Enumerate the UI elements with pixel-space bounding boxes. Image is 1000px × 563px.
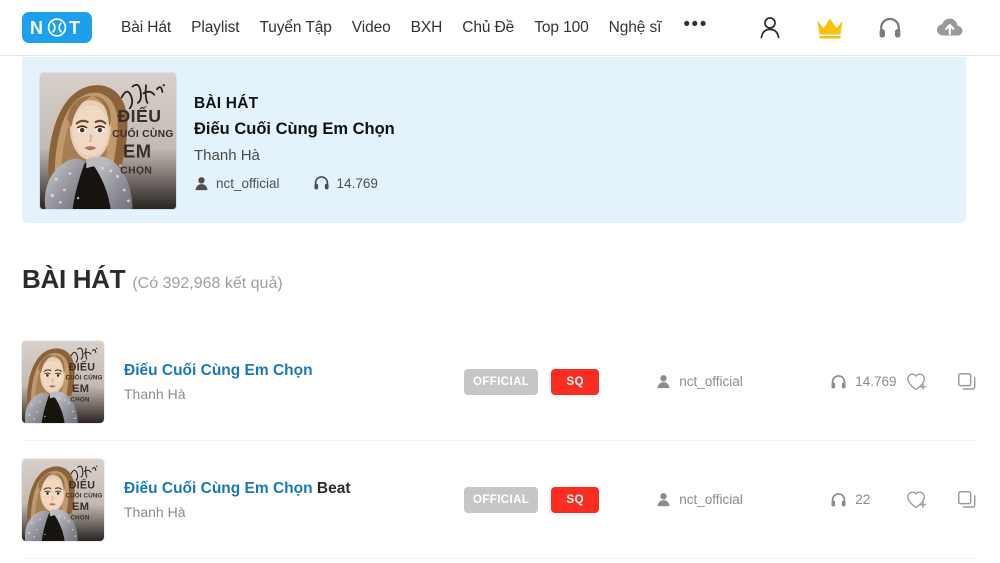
- album-cover-image: [22, 459, 104, 541]
- user-small-icon: [657, 493, 670, 507]
- user-account-button[interactable]: [740, 0, 800, 56]
- featured-meta: nct_official 14.769: [194, 175, 395, 191]
- featured-album-art[interactable]: [40, 73, 176, 209]
- song-list: Điếu Cuối Cùng Em Chọn Thanh Hà OFFICIAL…: [22, 323, 978, 559]
- nav-item-chu-de[interactable]: Chủ Đề: [452, 19, 524, 37]
- user-small-icon: [195, 176, 208, 190]
- song-title-link[interactable]: Điếu Cuối Cùng Em Chọn Beat: [124, 479, 454, 498]
- featured-plays-value: 14.769: [336, 175, 378, 191]
- row-names: Điếu Cuối Cùng Em Chọn Beat Thanh Hà: [124, 479, 454, 520]
- nct-logo-mark: N T: [30, 18, 80, 37]
- nav-item-bai-hat[interactable]: Bài Hát: [111, 19, 181, 37]
- table-row[interactable]: Điếu Cuối Cùng Em Chọn Thanh Hà OFFICIAL…: [22, 323, 978, 441]
- nav-item-bxh[interactable]: BXH: [401, 19, 453, 37]
- row-badges: OFFICIAL SQ: [464, 368, 600, 395]
- song-artist-link[interactable]: Thanh Hà: [124, 386, 454, 402]
- nav-item-video[interactable]: Video: [342, 19, 401, 37]
- add-to-playlist-button[interactable]: [956, 371, 978, 393]
- nav-more-icon[interactable]: •••: [671, 15, 717, 36]
- song-artist-link[interactable]: Thanh Hà: [124, 504, 454, 520]
- row-actions: [906, 489, 978, 511]
- row-album-art[interactable]: [22, 341, 104, 423]
- add-to-playlist-button[interactable]: [956, 489, 978, 511]
- listen-button[interactable]: [860, 0, 920, 56]
- nav-item-tuyen-tap[interactable]: Tuyển Tập: [249, 19, 341, 37]
- song-title-text: Điếu Cuối Cùng Em Chọn: [124, 361, 313, 379]
- featured-result-card[interactable]: BÀI HÁT Điếu Cuối Cùng Em Chọn Thanh Hà …: [22, 57, 966, 223]
- song-title-link[interactable]: Điếu Cuối Cùng Em Chọn: [124, 361, 454, 380]
- row-names: Điếu Cuối Cùng Em Chọn Thanh Hà: [124, 361, 454, 402]
- add-to-favorites-button[interactable]: [906, 372, 928, 392]
- album-cover-image: [40, 73, 176, 209]
- row-uploader[interactable]: nct_official: [656, 374, 806, 389]
- song-title-text: Điếu Cuối Cùng Em Chọn: [124, 479, 313, 497]
- row-uploader[interactable]: nct_official: [656, 492, 806, 507]
- uploader-name: nct_official: [679, 492, 743, 507]
- section-heading: BÀI HÁT (Có 392,968 kết quả): [22, 264, 283, 295]
- nav-item-top-100[interactable]: Top 100: [524, 19, 598, 37]
- table-row[interactable]: Điếu Cuối Cùng Em Chọn Beat Thanh Hà OFF…: [22, 441, 978, 559]
- copy-stack-icon: [958, 490, 976, 508]
- nav-item-playlist[interactable]: Playlist: [181, 19, 249, 37]
- svg-text:N: N: [30, 18, 43, 37]
- add-to-favorites-button[interactable]: [906, 490, 928, 510]
- upload-button[interactable]: [920, 0, 980, 56]
- cloud-upload-icon: [937, 18, 963, 36]
- featured-kind-label: BÀI HÁT: [194, 95, 259, 112]
- featured-song-title[interactable]: Điếu Cuối Cùng Em Chọn: [194, 120, 395, 139]
- heart-plus-icon: [907, 491, 927, 508]
- vip-crown-button[interactable]: [800, 0, 860, 56]
- nct-logo[interactable]: N T: [22, 12, 92, 43]
- header-actions: [740, 0, 980, 56]
- nav-item-nghe-si[interactable]: Nghệ sĩ: [599, 19, 672, 37]
- headphones-small-icon: [314, 176, 329, 190]
- svg-text:T: T: [69, 18, 80, 37]
- plays-value: 14.769: [855, 374, 897, 389]
- featured-uploader-name: nct_official: [216, 175, 280, 191]
- featured-info: BÀI HÁT Điếu Cuối Cùng Em Chọn Thanh Hà …: [194, 73, 395, 191]
- featured-play-count: 14.769: [313, 175, 378, 191]
- page-title: BÀI HÁT: [22, 264, 126, 294]
- row-badges: OFFICIAL SQ: [464, 486, 600, 513]
- headphones-icon: [879, 17, 901, 38]
- headphones-small-icon: [831, 492, 846, 506]
- album-cover-image: [22, 341, 104, 423]
- main-nav: Bài Hát Playlist Tuyển Tập Video BXH Chủ…: [111, 15, 718, 37]
- badge-official[interactable]: OFFICIAL: [464, 486, 539, 513]
- featured-artist[interactable]: Thanh Hà: [194, 147, 395, 164]
- song-title-suffix: Beat: [312, 479, 351, 497]
- row-album-art[interactable]: [22, 459, 104, 541]
- crown-icon: [817, 18, 843, 39]
- featured-uploader[interactable]: nct_official: [194, 176, 280, 191]
- heart-plus-icon: [907, 373, 927, 390]
- result-count: (Có 392,968 kết quả): [132, 275, 283, 292]
- badge-official[interactable]: OFFICIAL: [464, 368, 539, 395]
- plays-value: 22: [855, 492, 871, 507]
- site-header: N T Bài Hát Playlist Tuyển Tập Video BXH…: [0, 0, 1000, 56]
- badge-quality[interactable]: SQ: [551, 368, 600, 395]
- user-icon: [760, 17, 780, 39]
- copy-stack-icon: [958, 372, 976, 390]
- user-small-icon: [657, 375, 670, 389]
- badge-quality[interactable]: SQ: [551, 486, 600, 513]
- uploader-name: nct_official: [679, 374, 743, 389]
- row-actions: [906, 371, 978, 393]
- headphones-small-icon: [831, 374, 846, 388]
